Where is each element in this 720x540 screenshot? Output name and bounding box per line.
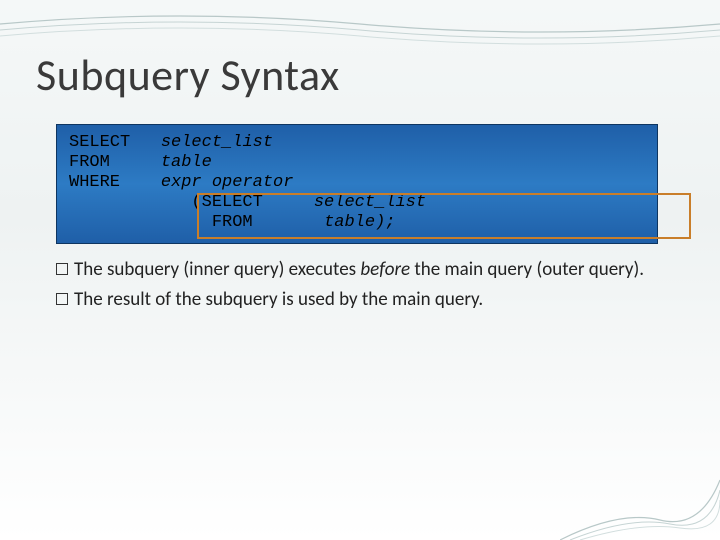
bullet-box-icon bbox=[56, 293, 68, 305]
kw-select: SELECT bbox=[69, 133, 130, 152]
outer-select-list: select_list bbox=[161, 133, 273, 152]
header-wave-decoration bbox=[0, 6, 720, 46]
sub-from: FROM bbox=[202, 213, 253, 232]
bullet-text-post: the main query (outer query). bbox=[410, 258, 644, 281]
code-syntax-box: SELECT select_list FROM table WHERE expr… bbox=[56, 124, 658, 244]
bullet-item: The result of the subquery is used by th… bbox=[56, 288, 664, 312]
slide-title: Subquery Syntax bbox=[36, 48, 340, 102]
bullet-list: The subquery (inner query) executes befo… bbox=[56, 258, 664, 318]
bullet-text-pre: The result of the subquery is used by th… bbox=[74, 288, 483, 311]
bullet-text-pre: The subquery (inner query) executes bbox=[74, 258, 360, 281]
bullet-text-em: before bbox=[360, 258, 410, 281]
sub-table-close: table); bbox=[324, 213, 395, 232]
kw-where: WHERE bbox=[69, 173, 120, 192]
sub-select-list: select_list bbox=[314, 193, 426, 212]
bullet-box-icon bbox=[56, 263, 68, 275]
sub-open: (SELECT bbox=[191, 193, 262, 212]
outer-table: table bbox=[161, 153, 212, 172]
bullet-item: The subquery (inner query) executes befo… bbox=[56, 258, 664, 282]
bullet-text: The subquery (inner query) executes befo… bbox=[74, 258, 644, 282]
code-content: SELECT select_list FROM table WHERE expr… bbox=[57, 125, 657, 233]
corner-wave-decoration bbox=[560, 420, 720, 540]
bullet-text: The result of the subquery is used by th… bbox=[74, 288, 483, 312]
kw-from: FROM bbox=[69, 153, 110, 172]
outer-expr: expr operator bbox=[161, 173, 294, 192]
